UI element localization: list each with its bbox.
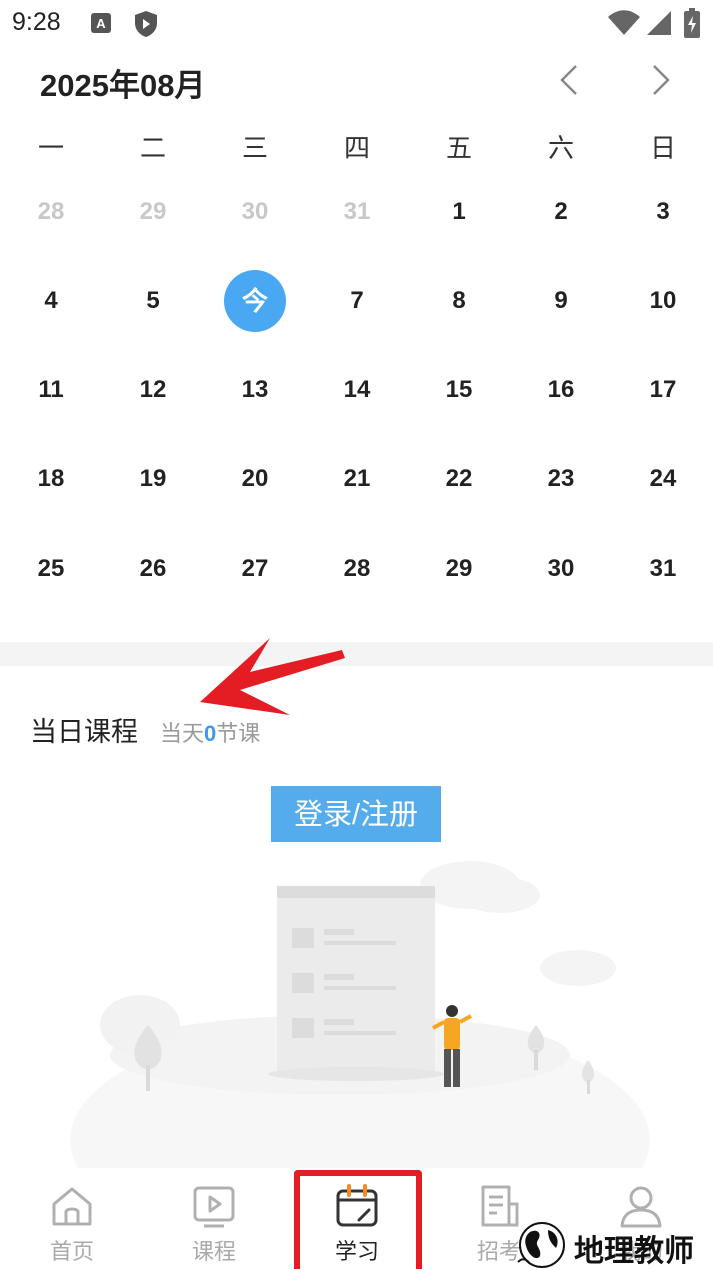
tab-study-label: 学习 (334, 1239, 379, 1264)
weekday-label: 日 (649, 133, 676, 163)
daily-courses-count: 当天0节课 (160, 716, 260, 748)
calendar-day[interactable]: 4 (11, 281, 91, 321)
calendar-day[interactable]: 2 (521, 192, 601, 232)
calendar-day[interactable]: 23 (521, 459, 601, 499)
calendar-day[interactable]: 20 (215, 459, 295, 499)
calendar-day-other-month[interactable]: 30 (215, 192, 295, 232)
calendar-day[interactable]: 12 (113, 370, 193, 410)
calendar-day[interactable]: 15 (419, 370, 499, 410)
calendar-day[interactable]: 19 (113, 459, 193, 499)
calendar-day[interactable]: 9 (521, 281, 601, 321)
calendar-week-row: 25 26 27 28 29 30 31 (0, 549, 713, 589)
weekday-label: 六 (547, 133, 574, 163)
weekday-label: 二 (139, 133, 166, 163)
watermark-text: 地理教师 (574, 1235, 694, 1268)
status-time: 9:28 (12, 8, 61, 36)
calendar-day-today[interactable]: 今 (215, 270, 295, 332)
weekday-label: 三 (241, 133, 268, 163)
battery-icon (684, 8, 700, 38)
calendar-day[interactable]: 5 (113, 281, 193, 321)
previous-month-button[interactable] (552, 62, 588, 98)
tab-study[interactable]: 学习 (297, 1168, 417, 1269)
calendar-day[interactable]: 10 (623, 281, 703, 321)
calendar-study-icon (336, 1184, 378, 1227)
calendar-day-other-month[interactable]: 28 (11, 192, 91, 232)
calendar-day-other-month[interactable]: 31 (317, 192, 397, 232)
calendar-day[interactable]: 31 (623, 549, 703, 589)
tab-courses[interactable]: 课程 (154, 1168, 274, 1269)
calendar-week-row: 28 29 30 31 1 2 3 (0, 192, 713, 232)
calendar-day[interactable]: 21 (317, 459, 397, 499)
tab-home[interactable]: 首页 (12, 1168, 132, 1269)
calendar-day[interactable]: 27 (215, 549, 295, 589)
count-suffix: 节课 (216, 721, 261, 746)
month-title: 2025年08月 (40, 68, 206, 103)
calendar-day[interactable]: 17 (623, 370, 703, 410)
calendar-day[interactable]: 16 (521, 370, 601, 410)
count-prefix: 当天 (160, 721, 205, 746)
signal-icon (647, 11, 671, 35)
calendar-day[interactable]: 30 (521, 549, 601, 589)
daily-courses-title: 当日课程 (30, 717, 138, 747)
calendar-day[interactable]: 11 (11, 370, 91, 410)
next-month-button[interactable] (642, 62, 678, 98)
weekday-label: 五 (445, 133, 472, 163)
status-bar: 9:28 A (0, 0, 713, 50)
calendar-day[interactable]: 1 (419, 192, 499, 232)
calendar-day[interactable]: 18 (11, 459, 91, 499)
svg-text:A: A (96, 16, 106, 31)
calendar-day[interactable]: 29 (419, 549, 499, 589)
keyboard-notification-icon: A (91, 13, 111, 33)
calendar-day[interactable]: 13 (215, 370, 295, 410)
video-course-icon (193, 1186, 235, 1228)
calendar-day[interactable]: 26 (113, 549, 193, 589)
empty-state-illustration (70, 861, 650, 1170)
watermark: 地理教师 (512, 1218, 712, 1269)
tab-home-label: 首页 (49, 1239, 94, 1264)
home-icon (52, 1187, 92, 1226)
calendar-day[interactable]: 25 (11, 549, 91, 589)
calendar-day[interactable]: 22 (419, 459, 499, 499)
weekday-label: 一 (37, 133, 64, 163)
calendar-day[interactable]: 24 (623, 459, 703, 499)
calendar-week-row: 11 12 13 14 15 16 17 (0, 370, 713, 410)
login-register-button[interactable]: 登录/注册 (271, 786, 441, 842)
calendar-day[interactable]: 8 (419, 281, 499, 321)
calendar-week-row: 18 19 20 21 22 23 24 (0, 459, 713, 499)
globe-logo-icon (517, 1222, 565, 1268)
calendar-day[interactable]: 14 (317, 370, 397, 410)
weekday-header: 一二三四五六日 (0, 128, 713, 168)
calendar-day[interactable]: 28 (317, 549, 397, 589)
today-label: 今 (241, 286, 268, 316)
calendar-day[interactable]: 3 (623, 192, 703, 232)
calendar-week-row: 4 5 今 7 8 9 10 (0, 270, 713, 332)
weekday-label: 四 (343, 133, 370, 163)
wifi-icon (608, 10, 640, 35)
shield-icon (135, 11, 157, 37)
calendar-day[interactable]: 7 (317, 281, 397, 321)
calendar-day-other-month[interactable]: 29 (113, 192, 193, 232)
red-arrow-annotation (200, 638, 345, 715)
course-count: 0 (204, 721, 217, 746)
tab-courses-label: 课程 (191, 1239, 236, 1264)
